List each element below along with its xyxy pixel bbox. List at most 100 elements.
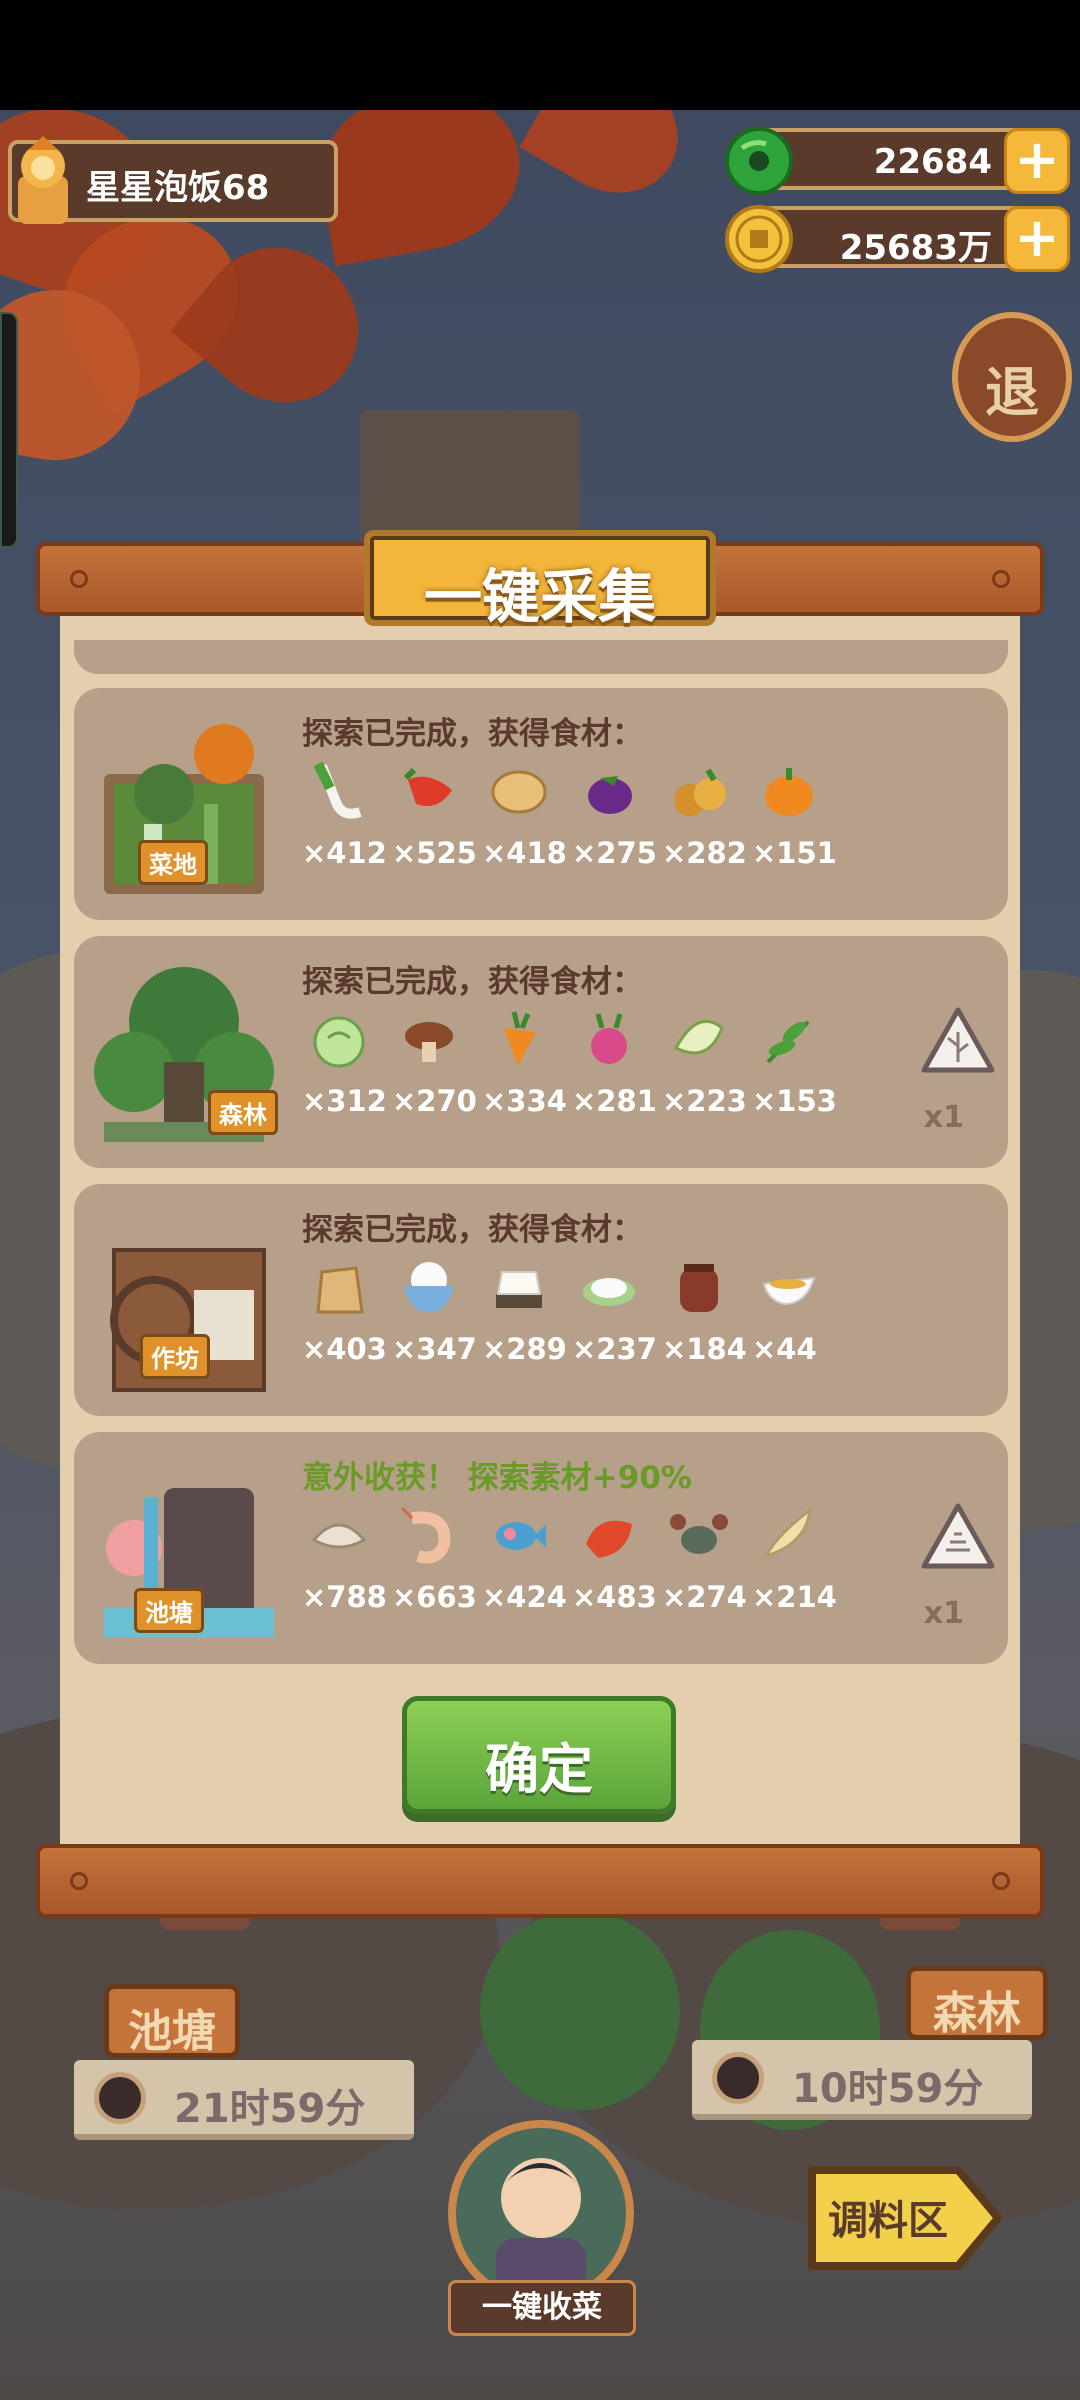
pond-sign[interactable]: 池塘 bbox=[104, 1984, 240, 2058]
herb-icon bbox=[766, 1020, 810, 1064]
pumpkin-icon bbox=[765, 768, 813, 816]
one-click-harvest-button[interactable] bbox=[448, 2120, 634, 2306]
bamboo-shoot-icon bbox=[673, 1019, 724, 1055]
ingredient-item: ×274 bbox=[654, 1504, 747, 1644]
ingredient-item: ×44 bbox=[744, 1256, 834, 1396]
pond-sign-label: 池塘 bbox=[128, 2006, 216, 2057]
modal-title-plate: 一键采集 bbox=[364, 530, 716, 631]
seasoning-area-label: 调料区 bbox=[828, 2198, 948, 2244]
modal-title: 一键采集 bbox=[423, 563, 656, 631]
jade-currency: 22684 + bbox=[725, 127, 1070, 195]
ingredient-list: ×403 ×347 ×289 ×237 ×184 ×44 bbox=[294, 1256, 854, 1396]
pond-timer: 21时59分 bbox=[74, 2060, 414, 2140]
mushroom-icon bbox=[405, 1022, 453, 1062]
ingredient-item: ×418 bbox=[474, 760, 567, 900]
rice-bowl-icon bbox=[404, 1262, 454, 1312]
harvest-card-workshop: 作坊 探索已完成，获得食材： ×403 ×347 ×289 ×237 ×184 … bbox=[74, 1184, 1008, 1416]
red-fish-icon bbox=[586, 1520, 632, 1558]
leaf-token-icon[interactable] bbox=[920, 1006, 996, 1076]
tofu-icon bbox=[496, 1271, 542, 1308]
area-tag-forest: 森林 bbox=[208, 1090, 278, 1135]
area-tag-vegetable-field: 菜地 bbox=[138, 840, 208, 885]
clock-icon bbox=[712, 2052, 764, 2104]
ingredient-item: ×347 bbox=[384, 1256, 477, 1396]
bonus-title: 意外收获！ 探索素材+90% bbox=[302, 1460, 692, 1496]
card-title: 探索已完成，获得食材： bbox=[302, 964, 643, 1000]
ingredient-list: ×788 ×663 ×424 ×483 ×274 ×214 bbox=[294, 1504, 854, 1644]
seal-token-icon[interactable] bbox=[920, 1502, 996, 1572]
exit-button[interactable]: 退 bbox=[952, 312, 1072, 442]
forest-timer: 10时59分 bbox=[692, 2040, 1032, 2120]
ingredient-item: ×237 bbox=[564, 1256, 657, 1396]
confirm-button[interactable]: 确定 bbox=[402, 1696, 676, 1814]
harvest-card-forest: 森林 探索已完成，获得食材： ×312 ×270 ×334 ×281 ×223 … bbox=[74, 936, 1008, 1168]
fish-icon bbox=[496, 1522, 546, 1550]
token-count: x1 bbox=[923, 1100, 964, 1135]
player-name: 星星泡饭68 bbox=[86, 168, 270, 208]
shrimp-icon bbox=[400, 1506, 451, 1564]
ingredient-item: ×525 bbox=[384, 760, 477, 900]
exit-label: 退 bbox=[985, 360, 1039, 424]
jade-value: 22684 bbox=[873, 142, 992, 182]
ingredient-item: ×214 bbox=[744, 1504, 837, 1644]
add-jade-button[interactable]: + bbox=[1004, 128, 1070, 194]
gravy-boat-icon bbox=[762, 1276, 816, 1306]
potato-icon bbox=[491, 770, 547, 814]
rice-plate-icon bbox=[583, 1278, 635, 1306]
gold-coin-icon bbox=[725, 205, 793, 273]
ingredient-item: ×270 bbox=[384, 1008, 477, 1148]
ingredient-item: ×663 bbox=[384, 1504, 477, 1644]
jade-coin-icon bbox=[725, 127, 793, 195]
ingredient-item: ×424 bbox=[474, 1504, 567, 1644]
clock-icon bbox=[94, 2072, 146, 2124]
add-gold-button[interactable]: + bbox=[1004, 206, 1070, 272]
sauce-jar-icon bbox=[680, 1264, 718, 1312]
forest-timer-text: 10时59分 bbox=[792, 2066, 984, 2112]
crab-icon bbox=[670, 1514, 728, 1554]
one-click-harvest-label: 一键收菜 bbox=[448, 2280, 636, 2336]
ingredient-item: ×312 bbox=[294, 1008, 387, 1148]
forest-sign[interactable]: 森林 bbox=[906, 1966, 1048, 2040]
ingredient-item: ×275 bbox=[564, 760, 657, 900]
ingredient-item: ×223 bbox=[654, 1008, 747, 1148]
ingredient-item: ×403 bbox=[294, 1256, 387, 1396]
gold-value: 25683万 bbox=[839, 228, 992, 268]
harvest-card-vegetable-field: 菜地 探索已完成，获得食材： ×412 ×525 ×418 ×275 ×282 … bbox=[74, 688, 1008, 920]
cabbage-icon bbox=[313, 1016, 365, 1068]
modal-bottom-rail bbox=[36, 1844, 1044, 1918]
ingredient-list: ×312 ×270 ×334 ×281 ×223 ×153 bbox=[294, 1008, 854, 1148]
token-count: x1 bbox=[923, 1596, 964, 1631]
carrot-icon bbox=[504, 1011, 536, 1066]
forest-sign-label: 森林 bbox=[933, 1988, 1021, 2039]
card-title: 探索已完成，获得食材： bbox=[302, 1212, 643, 1248]
ingredient-item: ×151 bbox=[744, 760, 837, 900]
ingredient-item: ×334 bbox=[474, 1008, 567, 1148]
ingredient-item: ×153 bbox=[744, 1008, 837, 1148]
ingredient-item: ×281 bbox=[564, 1008, 657, 1148]
shell-icon bbox=[762, 1506, 812, 1559]
seasoning-area-sign[interactable]: 调料区 bbox=[808, 2160, 1004, 2280]
ingredient-list: ×412 ×525 ×418 ×275 ×282 ×151 bbox=[294, 760, 854, 900]
pumpkin-harvest-icon bbox=[674, 768, 726, 816]
player-info[interactable]: 星星泡饭68 bbox=[8, 136, 338, 224]
gold-currency: 25683万 + bbox=[725, 205, 1070, 273]
ingredient-item: ×289 bbox=[474, 1256, 567, 1396]
flour-sack-icon bbox=[316, 1266, 364, 1314]
chef-avatar-icon bbox=[496, 2158, 586, 2298]
pond-timer-text: 21时59分 bbox=[174, 2086, 366, 2132]
ingredient-item: ×412 bbox=[294, 760, 387, 900]
leek-icon bbox=[313, 761, 362, 819]
ingredient-item: ×282 bbox=[654, 760, 747, 900]
ingredient-item: ×184 bbox=[654, 1256, 747, 1396]
ingredient-item: ×483 bbox=[564, 1504, 657, 1644]
modal-scroll-edge bbox=[74, 640, 1008, 674]
confirm-label: 确定 bbox=[485, 1738, 593, 1801]
area-tag-pond: 池塘 bbox=[134, 1588, 204, 1633]
ingredient-item: ×788 bbox=[294, 1504, 387, 1644]
side-drawer-tab[interactable] bbox=[0, 312, 18, 548]
radish-icon bbox=[591, 1013, 627, 1064]
card-title: 探索已完成，获得食材： bbox=[302, 716, 643, 752]
harvest-card-pond: 池塘 意外收获！ 探索素材+90% ×788 ×663 ×424 ×483 ×2… bbox=[74, 1432, 1008, 1664]
chili-pepper-icon bbox=[403, 767, 452, 807]
clam-icon bbox=[311, 1523, 367, 1549]
